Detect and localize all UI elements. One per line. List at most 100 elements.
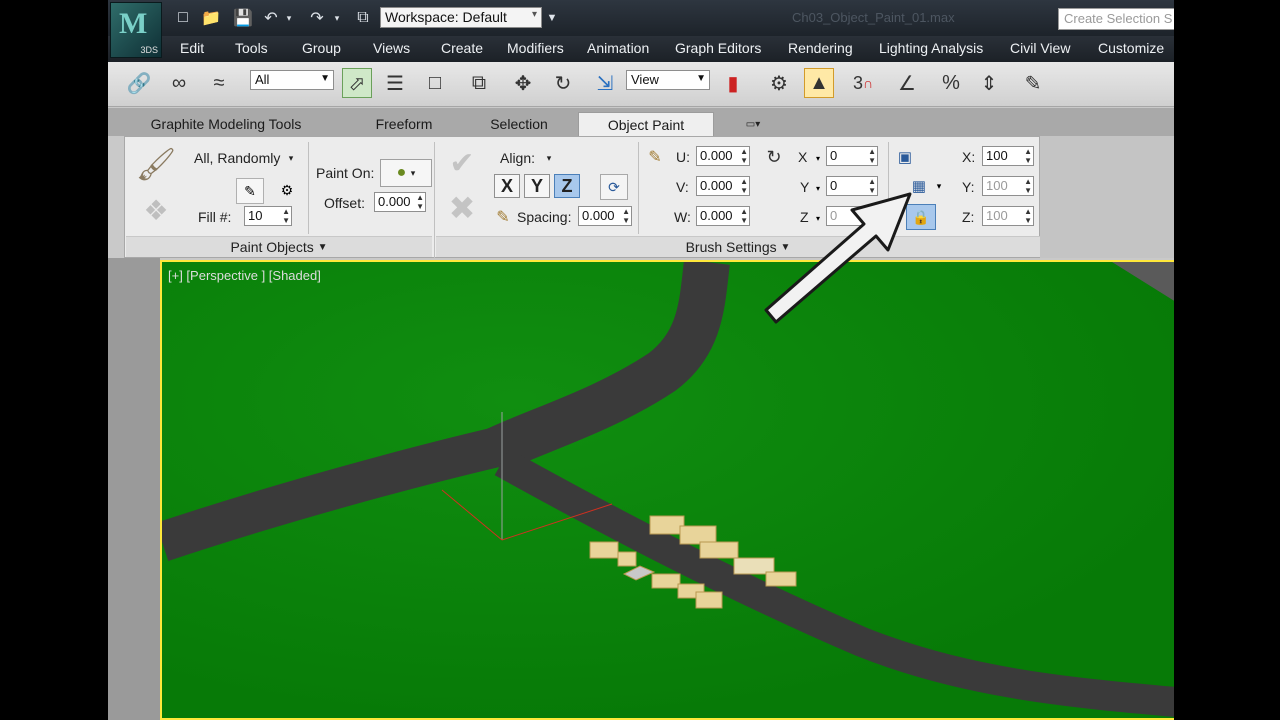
cancel-x-icon[interactable]: ✖: [442, 190, 482, 226]
align-z-button[interactable]: Z: [554, 174, 580, 198]
project-folder-icon[interactable]: ⧉: [352, 7, 374, 29]
align-y-button[interactable]: Y: [524, 174, 550, 198]
u-offset-spinner[interactable]: 0.000 ▲ ▼: [696, 146, 750, 166]
scale-y-spinner[interactable]: 100 ▲ ▼: [982, 176, 1034, 196]
tab-selection[interactable]: Selection: [478, 112, 560, 136]
select-by-name-icon[interactable]: ☰: [380, 68, 410, 98]
v-offset-value: 0.000: [700, 178, 733, 193]
flip-normal-icon[interactable]: ⟳: [600, 174, 628, 200]
panel-separator: [434, 142, 435, 258]
offset-value: 0.000: [378, 194, 411, 209]
spinner-arrows-icon: ▲▼: [1024, 177, 1032, 195]
paint-objects-footer[interactable]: Paint Objects ▼: [126, 236, 432, 257]
house: [589, 541, 619, 559]
viewport-label[interactable]: [+] [Perspective ] [Shaded]: [168, 268, 321, 283]
chevron-down-icon[interactable]: ▾: [814, 152, 822, 164]
spacing-spinner[interactable]: 0.000 ▲ ▼: [578, 206, 632, 226]
house: [699, 541, 739, 559]
scale-x-spinner[interactable]: 100 ▲ ▼: [982, 146, 1034, 166]
paint-on-dropdown[interactable]: ● ▾: [380, 159, 432, 187]
rotate-icon[interactable]: ↻: [762, 146, 786, 168]
commit-checkmark-icon[interactable]: ✔: [442, 146, 482, 180]
select-and-move-icon[interactable]: ✥: [508, 68, 538, 98]
fill-objects-icon[interactable]: ❖: [134, 190, 178, 230]
fill-count-spinner[interactable]: 10 ▲ ▼: [244, 206, 292, 226]
selection-filter-dropdown[interactable]: All ▼: [250, 70, 334, 90]
spinner-snap-icon[interactable]: ⇕: [974, 68, 1004, 98]
menu-edit[interactable]: Edit: [180, 40, 204, 56]
menu-create[interactable]: Create: [441, 40, 483, 56]
object-mode-label[interactable]: All, Randomly: [194, 150, 280, 166]
tab-graphite-modeling-tools[interactable]: Graphite Modeling Tools: [146, 112, 306, 136]
open-file-icon[interactable]: 📁: [200, 7, 222, 29]
paint-brush-icon[interactable]: 🖌: [134, 142, 178, 186]
spinner-arrows-icon: ▲▼: [740, 207, 748, 225]
undo-icon[interactable]: ↶: [260, 7, 282, 29]
select-and-link-icon[interactable]: 🔗: [124, 68, 154, 98]
menu-views[interactable]: Views: [373, 40, 410, 56]
redo-dropdown-icon[interactable]: ▾: [330, 7, 344, 29]
chevron-down-icon[interactable]: ▾: [544, 152, 554, 164]
object-list-icon[interactable]: ⚙: [274, 178, 300, 202]
new-file-icon[interactable]: □: [172, 7, 194, 29]
keyboard-shortcut-override-icon[interactable]: ▲: [804, 68, 834, 98]
panel-separator: [308, 142, 309, 234]
chevron-down-icon[interactable]: ▾: [286, 152, 296, 164]
menu-civil-view[interactable]: Civil View: [1010, 40, 1070, 56]
workspace-dropdown[interactable]: Workspace: Default ▾: [380, 7, 542, 28]
menu-modifiers[interactable]: Modifiers: [507, 40, 564, 56]
pivot-point-center-icon[interactable]: ▮: [718, 68, 748, 98]
unlink-selection-icon[interactable]: ∞: [164, 68, 194, 98]
chevron-down-icon[interactable]: ▾: [934, 180, 944, 192]
tab-freeform[interactable]: Freeform: [364, 112, 444, 136]
rotate-x-spinner[interactable]: 0 ▲ ▼: [826, 146, 878, 166]
rectangular-selection-icon[interactable]: □: [420, 68, 450, 98]
undo-dropdown-icon[interactable]: ▾: [282, 7, 296, 29]
scale-z-spinner[interactable]: 100 ▲ ▼: [982, 206, 1034, 226]
callout-arrow-icon: [764, 192, 912, 324]
create-selection-set-input[interactable]: Create Selection S: [1058, 8, 1174, 30]
offset-spinner[interactable]: 0.000 ▲ ▼: [374, 192, 426, 212]
paint-on-label: Paint On:: [316, 165, 375, 181]
align-x-button[interactable]: X: [494, 174, 520, 198]
logo-label: 3DS: [140, 45, 158, 55]
percent-snap-icon[interactable]: %: [936, 68, 966, 98]
spinner-arrows-icon: ▲▼: [622, 207, 630, 225]
scale-z-label: Z:: [962, 209, 975, 225]
snaps-toggle-icon[interactable]: 3 ∩: [848, 68, 878, 98]
edit-named-selection-icon[interactable]: ✎: [1018, 68, 1048, 98]
scale-y-label: Y:: [962, 179, 975, 195]
scale-icon[interactable]: ▣: [894, 146, 916, 168]
select-object-icon[interactable]: ⬀: [342, 68, 372, 98]
menu-customize[interactable]: Customize: [1098, 40, 1164, 56]
w-offset-spinner[interactable]: 0.000 ▲ ▼: [696, 206, 750, 226]
menu-lighting-analysis[interactable]: Lighting Analysis: [879, 40, 983, 56]
menu-animation[interactable]: Animation: [587, 40, 649, 56]
reference-coordinate-dropdown[interactable]: View ▼: [626, 70, 710, 90]
spinner-arrows-icon: ▲▼: [1024, 147, 1032, 165]
ribbon-minimize-icon[interactable]: ▭▾: [738, 116, 768, 132]
menu-rendering[interactable]: Rendering: [788, 40, 853, 56]
select-and-scale-icon[interactable]: ⇲: [590, 68, 620, 98]
select-and-rotate-icon[interactable]: ↻: [548, 68, 578, 98]
window-crossing-icon[interactable]: ⧉: [464, 68, 494, 98]
bind-to-space-warp-icon[interactable]: ≈: [204, 68, 234, 98]
v-offset-spinner[interactable]: 0.000 ▲ ▼: [696, 176, 750, 196]
menu-tools[interactable]: Tools: [235, 40, 268, 56]
menu-graph-editors[interactable]: Graph Editors: [675, 40, 761, 56]
app-logo-button[interactable]: M 3DS: [110, 2, 162, 58]
quick-access-menu-icon[interactable]: ▼: [544, 7, 560, 29]
redo-icon[interactable]: ↷: [306, 7, 328, 29]
save-file-icon[interactable]: 💾: [232, 7, 254, 29]
perspective-viewport[interactable]: [+] [Perspective ] [Shaded]: [160, 260, 1174, 720]
offset-transform-icon[interactable]: ✎: [644, 146, 666, 168]
angle-snap-icon[interactable]: ∠: [892, 68, 922, 98]
select-and-manipulate-icon[interactable]: ⚙: [764, 68, 794, 98]
chevron-down-icon: ▼: [317, 241, 328, 253]
spinner-arrows-icon: ▲▼: [868, 147, 876, 165]
menu-group[interactable]: Group: [302, 40, 341, 56]
house: [617, 551, 637, 567]
pick-objects-icon[interactable]: ✎: [236, 178, 264, 204]
tab-object-paint[interactable]: Object Paint: [578, 112, 714, 136]
brush-settings-footer[interactable]: Brush Settings ▼: [436, 236, 1040, 257]
